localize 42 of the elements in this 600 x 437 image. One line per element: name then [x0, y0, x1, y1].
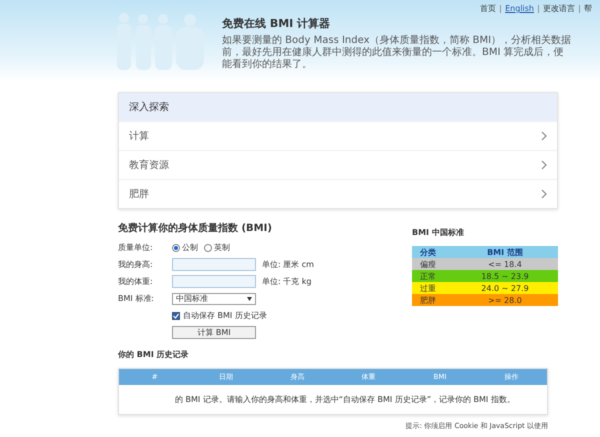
- calculate-button[interactable]: 计算 BMI: [172, 326, 256, 339]
- standard-title: BMI 中国标准: [412, 227, 465, 238]
- field-label: 我的身高:: [118, 259, 154, 270]
- table-cell-text: 24.0 ~ 27.9: [480, 284, 530, 292]
- history-title: 你的 BMI 历史记录: [118, 349, 190, 360]
- table-cell-text: 肥胖: [420, 294, 437, 306]
- unit-label: 单位: 厘米 cm: [262, 259, 314, 270]
- explore-link[interactable]: 教育资源: [119, 150, 557, 179]
- card-header: 深入探索: [119, 93, 557, 121]
- field-label: 我的体重:: [118, 276, 154, 287]
- field-label: BMI 标准:: [118, 293, 155, 304]
- height-input[interactable]: [172, 258, 256, 271]
- checkmark-icon: [173, 312, 179, 318]
- empty-message: 的 BMI 记录。请输入你的身高和体重，并选中“自动保存 BMI 历史记录”，记录你的 BMI 指数。: [174, 394, 516, 406]
- chevron-right-icon: [541, 160, 547, 170]
- weight-input[interactable]: [172, 275, 256, 288]
- unit-radio[interactable]: 英制: [204, 242, 230, 253]
- unit-label: 单位: 千克 kg: [262, 276, 312, 287]
- chevron-right-icon: [541, 131, 547, 141]
- field-label: 质量单位:: [118, 242, 154, 253]
- nav-link[interactable]: 帮: [584, 3, 592, 14]
- standard-select[interactable]: 中国标准: [172, 292, 256, 304]
- unit-radio[interactable]: 公制: [172, 242, 198, 253]
- explore-link[interactable]: 计算: [119, 121, 557, 150]
- table-cell-text: 偏瘦: [420, 258, 437, 270]
- table-cell-text: 18.5 ~ 23.9: [480, 272, 530, 280]
- table-cell-text: 过重: [420, 282, 437, 294]
- column-header: BMI 范围: [486, 246, 524, 258]
- table-cell-text: >= 28.0: [487, 296, 523, 304]
- table-cell-text: <= 18.4: [487, 260, 523, 268]
- column-header: 分类: [420, 246, 437, 258]
- nav-link[interactable]: English: [505, 4, 534, 13]
- autosave-checkbox[interactable]: 自动保存 BMI 历史记录: [172, 310, 267, 321]
- nav-link[interactable]: 更改语言: [543, 3, 575, 14]
- page-title: 免费在线 BMI 计算器: [222, 16, 332, 31]
- nav-link[interactable]: 首页: [480, 3, 496, 14]
- caret-icon: [247, 296, 252, 300]
- page-description: 如果要测量的 Body Mass Index（身体质量指数，简称 BMI），分析相关数据前，最好先用在健康人群中测得的此值来衡量的一个标准。BMI 算完成后，便能看到你的结果了。: [222, 35, 572, 71]
- chevron-right-icon: [541, 189, 547, 199]
- explore-link[interactable]: 肥胖: [119, 179, 557, 208]
- table-cell-text: 正常: [420, 270, 437, 282]
- form-title: 免费计算你的身体质量指数 (BMI): [118, 222, 273, 235]
